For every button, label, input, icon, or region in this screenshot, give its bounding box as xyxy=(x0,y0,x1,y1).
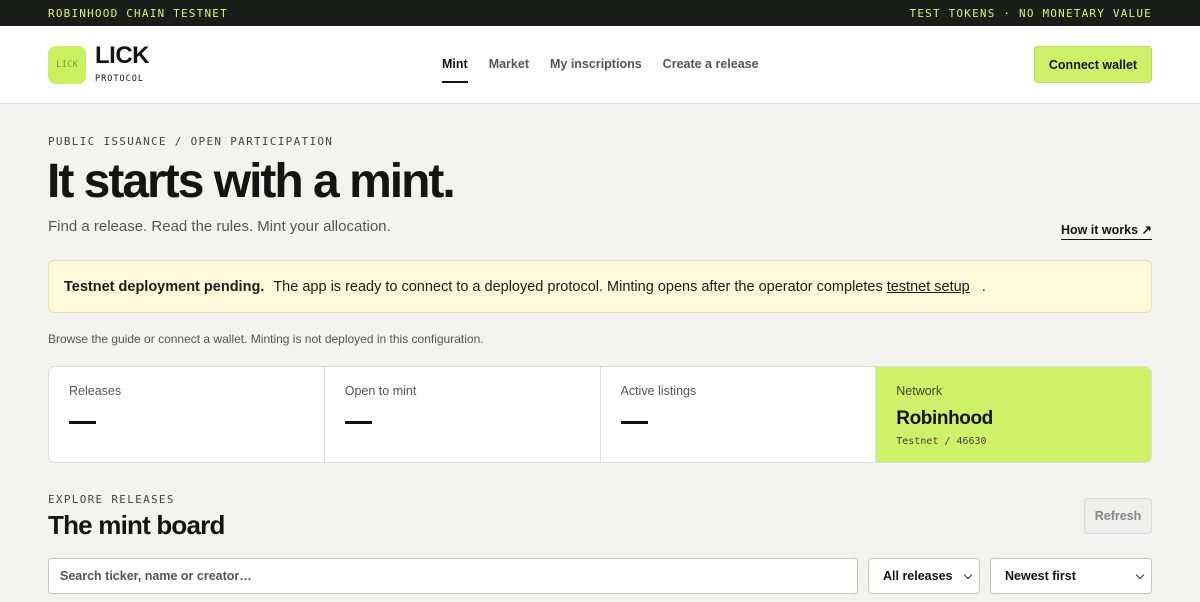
stat-open-value xyxy=(344,421,372,424)
stat-active-listings: Active listings xyxy=(601,367,877,462)
filter-selected-value: All releases xyxy=(883,569,953,583)
deployment-notice: Testnet deployment pending. The app is r… xyxy=(48,260,1152,313)
network-banner-text: ROBINHOOD CHAIN TESTNET xyxy=(48,6,228,20)
testnet-banner: ROBINHOOD CHAIN TESTNET TEST TOKENS · NO… xyxy=(0,0,1200,26)
stat-releases-label: Releases xyxy=(69,384,122,398)
main-nav: Mint Market My inscriptions Create a rel… xyxy=(442,57,780,83)
stat-releases: Releases xyxy=(49,367,325,462)
nav-my-inscriptions[interactable]: My inscriptions xyxy=(550,57,642,83)
nav-market[interactable]: Market xyxy=(489,57,529,83)
testnet-setup-link[interactable]: testnet setup xyxy=(887,279,970,295)
stat-network: Network Robinhood Testnet / 46630 xyxy=(876,367,1151,462)
notice-text: The app is ready to connect to a deploye… xyxy=(273,278,883,295)
brand-subtitle: PROTOCOL xyxy=(95,74,144,84)
page-title: It starts with a mint. xyxy=(47,155,456,208)
sort-select[interactable]: Newest first xyxy=(990,558,1152,594)
notice-end: . xyxy=(981,278,986,295)
stat-open-label: Open to mint xyxy=(344,384,417,398)
brand-name[interactable]: LICK xyxy=(95,42,150,70)
stat-listings-label: Active listings xyxy=(620,384,697,398)
connect-wallet-button[interactable]: Connect wallet xyxy=(1034,46,1152,83)
test-token-warning: TEST TOKENS · NO MONETARY VALUE xyxy=(909,6,1152,20)
hero-eyebrow: PUBLIC ISSUANCE / OPEN PARTICIPATION xyxy=(48,135,334,148)
hero-subtitle: Find a release. Read the rules. Mint you… xyxy=(48,218,391,235)
site-header: LICK LICK PROTOCOL Mint Market My inscri… xyxy=(0,26,1200,104)
chevron-down-icon xyxy=(1135,570,1145,579)
stat-open-to-mint: Open to mint xyxy=(325,367,601,462)
browse-note: Browse the guide or connect a wallet. Mi… xyxy=(48,332,484,346)
stat-network-label: Network xyxy=(896,384,943,398)
board-title: The mint board xyxy=(48,510,225,540)
notice-title: Testnet deployment pending. xyxy=(64,278,265,295)
release-filter-select[interactable]: All releases xyxy=(868,558,980,594)
nav-create-release[interactable]: Create a release xyxy=(663,57,759,83)
logo-icon[interactable]: LICK xyxy=(48,46,86,84)
sort-selected-value: Newest first xyxy=(1005,569,1076,583)
chevron-down-icon xyxy=(963,570,973,579)
how-it-works-link[interactable]: How it works ↗ xyxy=(1060,222,1152,240)
network-chain-id: Testnet / 46630 xyxy=(896,436,987,447)
stat-listings-value xyxy=(620,421,648,424)
board-eyebrow: EXPLORE RELEASES xyxy=(48,493,175,506)
network-name: Robinhood xyxy=(896,408,993,429)
stats-panel: Releases Open to mint Active listings Ne… xyxy=(48,366,1152,463)
main-content: PUBLIC ISSUANCE / OPEN PARTICIPATION It … xyxy=(0,104,1200,602)
search-input[interactable] xyxy=(48,558,858,594)
nav-mint[interactable]: Mint xyxy=(442,57,468,83)
logo-mark-text: LICK xyxy=(56,60,78,70)
refresh-button[interactable]: Refresh xyxy=(1084,498,1152,534)
stat-releases-value xyxy=(69,421,96,424)
